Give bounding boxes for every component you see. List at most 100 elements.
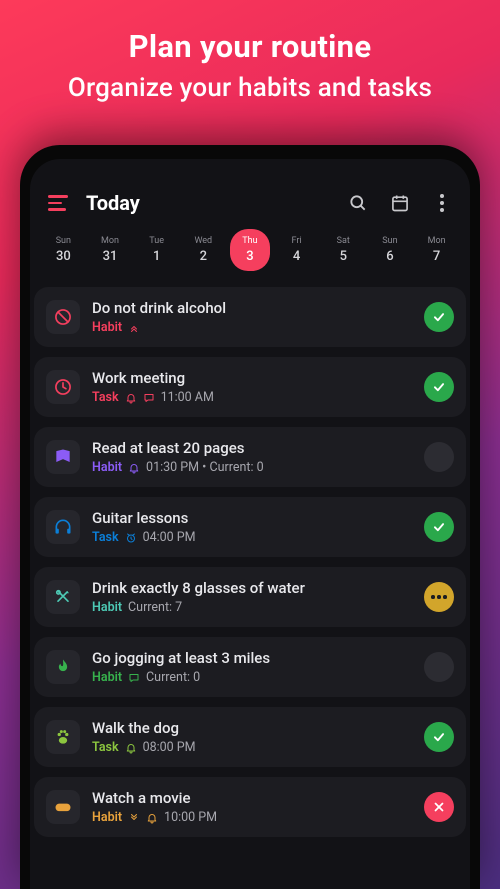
day-of-week: Mon <box>428 236 446 246</box>
status-button[interactable] <box>424 652 454 682</box>
day-cell[interactable]: Mon 31 <box>90 229 130 271</box>
item-title: Watch a movie <box>92 789 412 807</box>
app-screen: Today Sun 30 Mon 31 Tue 1 Wed 2 Thu 3 Fri 4 Sat 5 Sun 6… <box>30 159 470 889</box>
top-bar: Today <box>30 159 470 229</box>
list-item[interactable]: Watch a movie Habit 10:00 PM <box>34 777 466 837</box>
item-type: Habit <box>92 320 122 335</box>
double-chevron-down-icon <box>128 812 140 824</box>
item-icon-box <box>46 580 80 614</box>
item-title: Walk the dog <box>92 719 412 737</box>
day-number: 1 <box>153 249 160 264</box>
status-button[interactable] <box>424 582 454 612</box>
chat-icon <box>128 672 140 684</box>
item-title: Guitar lessons <box>92 509 412 527</box>
status-button[interactable] <box>424 792 454 822</box>
day-of-week: Mon <box>101 236 119 246</box>
day-of-week: Thu <box>242 236 257 246</box>
day-of-week: Tue <box>149 236 164 246</box>
item-type: Habit <box>92 460 122 475</box>
day-number: 7 <box>433 249 440 264</box>
day-of-week: Wed <box>194 236 212 246</box>
item-type: Task <box>92 740 119 755</box>
date-strip: Sun 30 Mon 31 Tue 1 Wed 2 Thu 3 Fri 4 Sat 5 Sun 6 Mon 7 <box>30 229 470 287</box>
item-title: Read at least 20 pages <box>92 439 412 457</box>
list-item[interactable]: Guitar lessons Task 04:00 PM <box>34 497 466 557</box>
list-item[interactable]: Go jogging at least 3 miles Habit Curren… <box>34 637 466 697</box>
day-cell[interactable]: Tue 1 <box>137 229 177 271</box>
item-icon-box <box>46 790 80 824</box>
day-cell[interactable]: Wed 2 <box>183 229 223 271</box>
item-content: Go jogging at least 3 miles Habit Curren… <box>92 649 412 685</box>
item-title: Go jogging at least 3 miles <box>92 649 412 667</box>
alarm-icon <box>125 532 137 544</box>
day-cell[interactable]: Thu 3 <box>230 229 270 271</box>
day-cell[interactable]: Fri 4 <box>277 229 317 271</box>
item-title: Work meeting <box>92 369 412 387</box>
menu-icon[interactable] <box>48 195 70 211</box>
day-of-week: Sun <box>56 236 71 246</box>
day-of-week: Fri <box>292 236 302 246</box>
item-icon-box <box>46 720 80 754</box>
day-cell[interactable]: Sat 5 <box>323 229 363 271</box>
day-number: 31 <box>103 249 118 264</box>
chat-icon <box>143 392 155 404</box>
status-button[interactable] <box>424 442 454 472</box>
search-icon[interactable] <box>348 193 368 213</box>
day-number: 30 <box>56 249 71 264</box>
double-chevron-up-icon <box>128 322 140 334</box>
promo-header: Plan your routine Organize your habits a… <box>0 0 500 103</box>
day-cell[interactable]: Sun 30 <box>43 229 83 271</box>
list-item[interactable]: Do not drink alcohol Habit <box>34 287 466 347</box>
item-detail: 10:00 PM <box>164 810 217 825</box>
day-number: 2 <box>200 249 207 264</box>
item-detail: 11:00 AM <box>161 390 214 405</box>
item-type: Habit <box>92 670 122 685</box>
item-icon-box <box>46 370 80 404</box>
day-cell[interactable]: Sun 6 <box>370 229 410 271</box>
promo-title: Plan your routine <box>0 28 500 65</box>
item-detail: 08:00 PM <box>143 740 196 755</box>
item-type: Task <box>92 530 119 545</box>
bell-icon <box>146 812 158 824</box>
day-of-week: Sun <box>382 236 397 246</box>
item-content: Walk the dog Task 08:00 PM <box>92 719 412 755</box>
day-of-week: Sat <box>337 236 350 246</box>
item-icon-box <box>46 300 80 334</box>
day-number: 3 <box>246 249 253 264</box>
list-item[interactable]: Read at least 20 pages Habit 01:30 PM • … <box>34 427 466 487</box>
status-button[interactable] <box>424 512 454 542</box>
bell-icon <box>125 392 137 404</box>
page-title: Today <box>86 191 336 215</box>
day-number: 5 <box>340 249 347 264</box>
item-icon-box <box>46 440 80 474</box>
item-type: Habit <box>92 600 122 615</box>
items-list: Do not drink alcohol Habit Work meeting … <box>30 287 470 837</box>
item-content: Read at least 20 pages Habit 01:30 PM • … <box>92 439 412 475</box>
day-number: 6 <box>386 249 393 264</box>
overflow-icon[interactable] <box>432 193 452 213</box>
item-content: Drink exactly 8 glasses of water Habit C… <box>92 579 412 615</box>
item-title: Drink exactly 8 glasses of water <box>92 579 412 597</box>
item-content: Work meeting Task 11:00 AM <box>92 369 412 405</box>
day-number: 4 <box>293 249 300 264</box>
calendar-icon[interactable] <box>390 193 410 213</box>
status-button[interactable] <box>424 302 454 332</box>
phone-frame: Today Sun 30 Mon 31 Tue 1 Wed 2 Thu 3 Fri 4 Sat 5 Sun 6… <box>20 145 480 889</box>
item-content: Do not drink alcohol Habit <box>92 299 412 335</box>
item-content: Guitar lessons Task 04:00 PM <box>92 509 412 545</box>
item-icon-box <box>46 510 80 544</box>
status-button[interactable] <box>424 372 454 402</box>
day-cell[interactable]: Mon 7 <box>417 229 457 271</box>
item-content: Watch a movie Habit 10:00 PM <box>92 789 412 825</box>
item-title: Do not drink alcohol <box>92 299 412 317</box>
item-icon-box <box>46 650 80 684</box>
item-detail: 01:30 PM • Current: 0 <box>146 460 264 475</box>
item-type: Task <box>92 390 119 405</box>
bell-icon <box>128 462 140 474</box>
status-button[interactable] <box>424 722 454 752</box>
list-item[interactable]: Walk the dog Task 08:00 PM <box>34 707 466 767</box>
item-type: Habit <box>92 810 122 825</box>
list-item[interactable]: Drink exactly 8 glasses of water Habit C… <box>34 567 466 627</box>
bell-icon <box>125 742 137 754</box>
list-item[interactable]: Work meeting Task 11:00 AM <box>34 357 466 417</box>
